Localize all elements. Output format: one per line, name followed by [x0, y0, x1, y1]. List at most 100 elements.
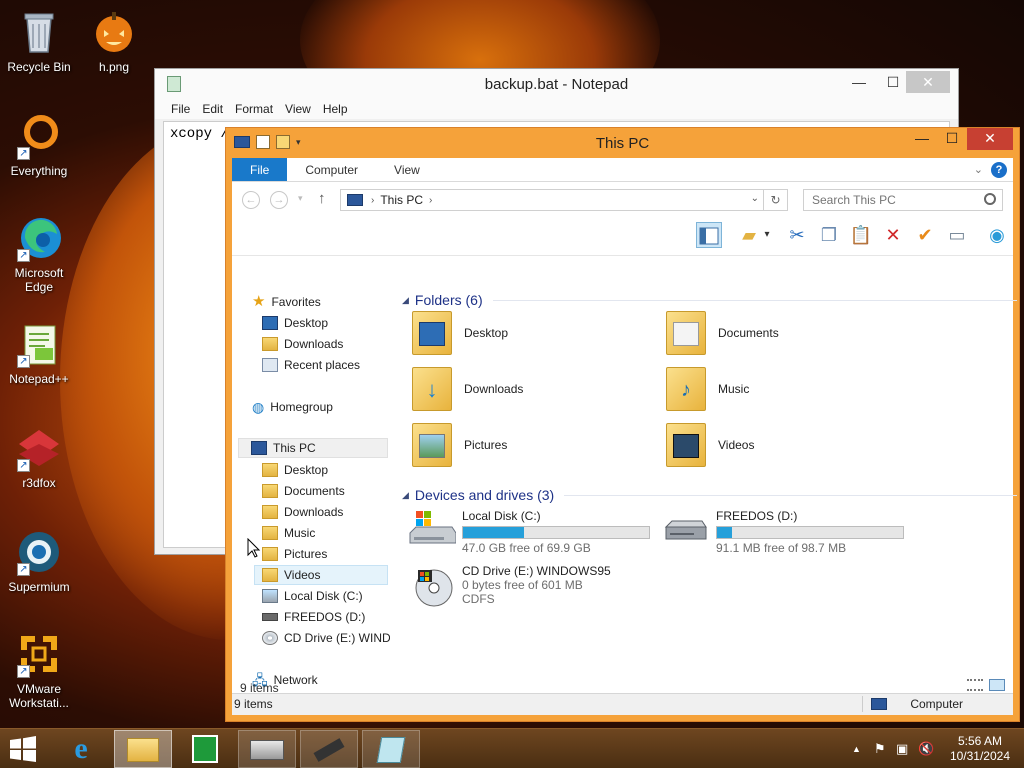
- breadcrumb-this-pc[interactable]: This PC: [380, 193, 423, 207]
- notepad-title: backup.bat - Notepad: [484, 76, 629, 93]
- nav-pc-freedos[interactable]: FREEDOS (D:): [262, 607, 365, 627]
- explorer-window[interactable]: ▾ This PC — ☐ ✕ File Computer View ⌄ ? ←…: [225, 127, 1020, 722]
- details-view-icon[interactable]: [967, 679, 983, 691]
- folder-downloads[interactable]: ↓ Downloads: [412, 364, 523, 414]
- nav-pc-cd-drive[interactable]: CD Drive (E:) WINDC: [262, 628, 390, 648]
- drive-cd-e[interactable]: CD Drive (E:) WINDOWS95 0 bytes free of …: [408, 564, 611, 607]
- folder-videos[interactable]: Videos: [666, 420, 754, 470]
- notepad-icon: [376, 737, 406, 763]
- desktop-icon-supermium[interactable]: ↗ Supermium: [1, 528, 77, 594]
- menu-format[interactable]: Format: [229, 99, 279, 119]
- clock[interactable]: 5:56 AM 10/31/2024: [950, 734, 1010, 764]
- chevron-down-icon[interactable]: ▾: [760, 222, 774, 248]
- search-icon[interactable]: [984, 193, 996, 205]
- expand-ribbon-icon[interactable]: ⌄: [974, 163, 983, 176]
- checkbox-folder-icon[interactable]: ▰: [736, 222, 762, 248]
- desktop-icon-microsoft-edge[interactable]: ↗ Microsoft Edge: [1, 214, 77, 294]
- tab-computer[interactable]: Computer: [287, 158, 376, 181]
- rename-icon[interactable]: ▭: [944, 222, 970, 248]
- minimize-button[interactable]: —: [842, 71, 876, 93]
- collapse-icon[interactable]: ◢: [402, 295, 409, 306]
- documents-folder-icon: [262, 484, 278, 498]
- taskbar-drive-app[interactable]: [238, 730, 296, 768]
- taskbar-file-explorer[interactable]: [114, 730, 172, 768]
- back-button[interactable]: ←: [242, 191, 260, 209]
- start-button[interactable]: [0, 730, 48, 768]
- search-input[interactable]: [803, 189, 1003, 211]
- taskbar-internet-explorer[interactable]: e: [52, 730, 110, 768]
- nav-pc-desktop[interactable]: Desktop: [262, 460, 328, 480]
- nav-pc-music[interactable]: Music: [262, 523, 315, 543]
- refresh-button[interactable]: ↻: [763, 190, 787, 210]
- address-dropdown-icon[interactable]: ⌄: [751, 193, 759, 204]
- menu-edit[interactable]: Edit: [196, 99, 229, 119]
- nav-fav-downloads[interactable]: Downloads: [262, 334, 343, 354]
- paste-icon[interactable]: 📋: [848, 222, 874, 248]
- nav-pc-downloads[interactable]: Downloads: [262, 502, 343, 522]
- menu-view[interactable]: View: [279, 99, 317, 119]
- drive-freedos-d[interactable]: FREEDOS (D:) 91.1 MB free of 98.7 MB: [662, 509, 904, 555]
- collapse-icon[interactable]: ◢: [402, 490, 409, 501]
- menu-help[interactable]: Help: [317, 99, 354, 119]
- breadcrumb-separator[interactable]: ›: [371, 195, 374, 206]
- desktop-icon-vmware[interactable]: ↗ VMware Workstati...: [1, 630, 77, 710]
- notepad-title-bar[interactable]: backup.bat - Notepad — ☐ ✕: [155, 69, 958, 99]
- tab-view[interactable]: View: [376, 158, 438, 181]
- desktop-icon-everything[interactable]: ↗ Everything: [1, 112, 77, 178]
- breadcrumb-separator[interactable]: ›: [429, 195, 432, 206]
- desktop-icon-notepad-plus-plus[interactable]: ↗ Notepad++: [1, 320, 77, 386]
- menu-file[interactable]: File: [165, 99, 196, 119]
- recent-locations-icon[interactable]: ▾: [298, 193, 303, 204]
- action-center-flag-icon[interactable]: ⚑: [874, 741, 886, 757]
- address-bar[interactable]: › This PC › ⌄ ↻: [340, 189, 788, 211]
- nav-this-pc[interactable]: This PC: [238, 438, 388, 458]
- cut-icon[interactable]: ✂: [784, 222, 810, 248]
- shell-icon[interactable]: ◉: [984, 222, 1010, 248]
- show-hidden-icons-icon[interactable]: ▲: [852, 744, 861, 754]
- delete-icon[interactable]: ✕: [880, 222, 906, 248]
- drives-group-header[interactable]: ◢ Devices and drives (3): [402, 487, 1017, 503]
- nav-pc-videos[interactable]: Videos: [254, 565, 388, 585]
- nav-pc-documents[interactable]: Documents: [262, 481, 345, 501]
- nav-label: Music: [284, 526, 316, 540]
- nav-favorites[interactable]: ★ Favorites: [252, 292, 321, 312]
- folder-music[interactable]: ♪ Music: [666, 364, 749, 414]
- maximize-button[interactable]: ☐: [876, 71, 910, 93]
- explorer-title-bar[interactable]: ▾ This PC — ☐ ✕: [226, 128, 1019, 158]
- large-icons-view-icon[interactable]: [989, 679, 1005, 691]
- desktop-icon-r3dfox[interactable]: ↗ r3dfox: [1, 424, 77, 490]
- documents-folder-icon: [666, 311, 706, 355]
- folder-pictures[interactable]: Pictures: [412, 420, 507, 470]
- desktop-icon-h-png[interactable]: h.png: [76, 8, 152, 74]
- preview-pane-icon[interactable]: [696, 222, 722, 248]
- taskbar-store[interactable]: [176, 730, 234, 768]
- volume-muted-icon[interactable]: 🔇: [918, 741, 934, 757]
- check-icon[interactable]: ✔: [912, 222, 938, 248]
- close-button[interactable]: ✕: [906, 71, 950, 93]
- nav-pc-local-disk[interactable]: Local Disk (C:): [262, 586, 363, 606]
- folder-label: Pictures: [464, 438, 508, 452]
- tab-file[interactable]: File: [232, 158, 288, 181]
- nav-pc-pictures[interactable]: Pictures: [262, 544, 327, 564]
- nav-fav-desktop[interactable]: Desktop: [262, 313, 328, 333]
- folders-group-header[interactable]: ◢ Folders (6): [402, 292, 1017, 308]
- nav-homegroup[interactable]: ◍ Homegroup: [252, 397, 333, 417]
- forward-button[interactable]: →: [270, 191, 288, 209]
- up-button[interactable]: ↑: [318, 190, 326, 207]
- desktop-icon-recycle-bin[interactable]: Recycle Bin: [1, 8, 77, 74]
- explorer-toolbar: ▰ ▾ ✂ ❐ 📋 ✕ ✔ ▭ ◉: [232, 216, 1013, 256]
- taskbar-notepad[interactable]: [362, 730, 420, 768]
- minimize-button[interactable]: —: [907, 128, 937, 150]
- copy-icon[interactable]: ❐: [816, 222, 842, 248]
- close-button[interactable]: ✕: [967, 128, 1013, 150]
- network-tray-icon[interactable]: ▣: [896, 741, 908, 757]
- shortcut-arrow-icon: ↗: [17, 665, 30, 678]
- maximize-button[interactable]: ☐: [937, 128, 967, 150]
- nav-fav-recent-places[interactable]: Recent places: [262, 355, 360, 375]
- folder-documents[interactable]: Documents: [666, 308, 779, 358]
- nav-label: Network: [273, 673, 318, 687]
- drive-local-disk-c[interactable]: Local Disk (C:) 47.0 GB free of 69.9 GB: [408, 509, 650, 555]
- folder-desktop[interactable]: Desktop: [412, 308, 508, 358]
- help-icon[interactable]: ?: [991, 162, 1007, 178]
- taskbar-usb-app[interactable]: [300, 730, 358, 768]
